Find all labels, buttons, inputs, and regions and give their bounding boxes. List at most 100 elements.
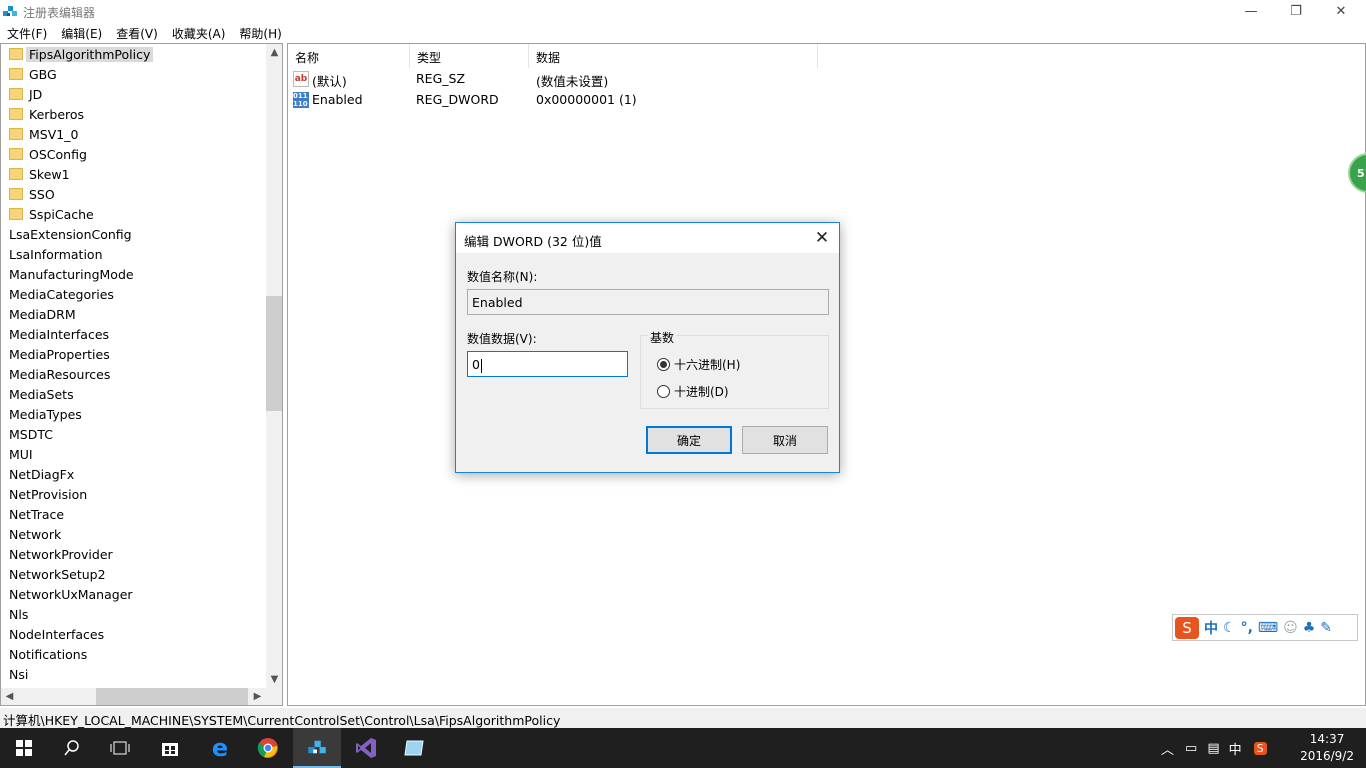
tree-item-key[interactable]: NetworkProvider bbox=[1, 544, 266, 564]
column-header-name[interactable]: 名称 bbox=[288, 44, 410, 68]
tray-ime-indicator[interactable]: 中 bbox=[1229, 739, 1242, 758]
message-icon[interactable]: ▤ bbox=[1207, 741, 1219, 756]
tree-item-key[interactable]: MediaInterfaces bbox=[1, 324, 266, 344]
radio-dot[interactable] bbox=[657, 385, 670, 398]
tree-item-label: MUI bbox=[9, 446, 33, 462]
menu-view[interactable]: 查看(V) bbox=[109, 22, 165, 42]
tree-item-label: MediaSets bbox=[9, 386, 74, 402]
scroll-thumb[interactable] bbox=[96, 688, 248, 705]
folder-icon bbox=[9, 128, 23, 140]
tree-item-folder[interactable]: SspiCache bbox=[1, 204, 266, 224]
search-icon[interactable] bbox=[48, 728, 96, 768]
tree-item-key[interactable]: Notifications bbox=[1, 644, 266, 664]
value-data: (数值未设置) bbox=[536, 74, 609, 89]
column-header-type[interactable]: 类型 bbox=[410, 44, 529, 68]
tree-item-folder[interactable]: JD bbox=[1, 84, 266, 104]
wrench-icon[interactable]: ✎ bbox=[1320, 620, 1332, 636]
ime-toolbar: S 中 ☾ °, ⌨ ☺ ♣ ✎ bbox=[1172, 614, 1358, 641]
visual-studio-icon[interactable] bbox=[342, 728, 390, 768]
ime-mode-toggle[interactable]: 中 bbox=[1204, 618, 1218, 638]
tree-item-key[interactable]: MUI bbox=[1, 444, 266, 464]
restore-button[interactable]: ❐ bbox=[1273, 0, 1319, 22]
value-row-default[interactable]: ab (默认) REG_SZ (数值未设置) bbox=[288, 69, 888, 89]
tree-item-key[interactable]: Network bbox=[1, 524, 266, 544]
value-data-input[interactable]: 0 bbox=[467, 351, 628, 377]
shirt-icon[interactable]: ♣ bbox=[1303, 620, 1316, 636]
tree-item-label: MediaResources bbox=[9, 366, 111, 382]
menu-edit[interactable]: 编辑(E) bbox=[54, 22, 109, 42]
windows-start-icon[interactable] bbox=[0, 728, 48, 768]
tree-item-label: SspiCache bbox=[29, 206, 94, 222]
sogou-tray-icon[interactable]: S bbox=[1253, 741, 1267, 755]
radio-hex-label: 十六进制(H) bbox=[674, 358, 741, 372]
close-icon: ✕ bbox=[814, 228, 830, 248]
tree-item-label: NetDiagFx bbox=[9, 466, 75, 482]
tree-item-key[interactable]: LsaExtensionConfig bbox=[1, 224, 266, 244]
tree-item-key[interactable]: MediaResources bbox=[1, 364, 266, 384]
system-clock[interactable]: 14:37 2016/9/2 bbox=[1300, 731, 1354, 765]
tree-item-key[interactable]: NetworkSetup2 bbox=[1, 564, 266, 584]
chevron-right-icon[interactable]: ▶ bbox=[249, 688, 266, 705]
tree-item-label: GBG bbox=[29, 66, 57, 82]
scroll-thumb[interactable] bbox=[266, 296, 282, 411]
value-name: Enabled bbox=[312, 92, 363, 107]
tree-item-key[interactable]: MediaCategories bbox=[1, 284, 266, 304]
tree-item-label: LsaInformation bbox=[9, 246, 103, 262]
minimize-button[interactable]: — bbox=[1228, 0, 1274, 22]
chevron-up-icon[interactable]: ︿ bbox=[1161, 739, 1174, 758]
menu-file[interactable]: 文件(F) bbox=[0, 22, 54, 42]
menu-help[interactable]: 帮助(H) bbox=[232, 22, 288, 42]
tree-item-key[interactable]: LsaInformation bbox=[1, 244, 266, 264]
tree-item-key[interactable]: Nls bbox=[1, 604, 266, 624]
tree-item-folder[interactable]: MSV1_0 bbox=[1, 124, 266, 144]
power-icon[interactable]: ▭ bbox=[1185, 741, 1197, 756]
edge-icon[interactable]: e bbox=[196, 728, 244, 768]
cancel-button[interactable]: 取消 bbox=[742, 426, 828, 454]
tree-horizontal-scrollbar[interactable]: ◀ ▶ bbox=[1, 688, 266, 705]
close-button[interactable]: ✕ bbox=[1318, 0, 1364, 22]
tree-item-folder[interactable]: Kerberos bbox=[1, 104, 266, 124]
tree-item-folder[interactable]: OSConfig bbox=[1, 144, 266, 164]
tree-item-folder[interactable]: SSO bbox=[1, 184, 266, 204]
tree-item-key[interactable]: MediaTypes bbox=[1, 404, 266, 424]
ok-button[interactable]: 确定 bbox=[646, 426, 732, 454]
tree-item-key[interactable]: MediaProperties bbox=[1, 344, 266, 364]
tree-vertical-scrollbar[interactable]: ▲ ▼ bbox=[266, 44, 282, 688]
tree-item-key[interactable]: NetworkUxManager bbox=[1, 584, 266, 604]
store-icon[interactable] bbox=[146, 728, 194, 768]
sticky-app-icon[interactable] bbox=[390, 728, 438, 768]
tree-item-key[interactable]: NetProvision bbox=[1, 484, 266, 504]
sogou-logo-icon[interactable]: S bbox=[1175, 616, 1199, 639]
radio-hexadecimal[interactable]: 十六进制(H) bbox=[657, 356, 740, 373]
tree-item-key[interactable]: MSDTC bbox=[1, 424, 266, 444]
task-view-icon[interactable] bbox=[96, 728, 144, 768]
tree-item-folder[interactable]: FipsAlgorithmPolicy bbox=[1, 44, 266, 64]
keyboard-icon[interactable]: ⌨ bbox=[1258, 620, 1278, 636]
tree-item-folder[interactable]: Skew1 bbox=[1, 164, 266, 184]
tree-item-key[interactable]: Nsi bbox=[1, 664, 266, 684]
tree-item-key[interactable]: NetTrace bbox=[1, 504, 266, 524]
tree-item-key[interactable]: MediaSets bbox=[1, 384, 266, 404]
radio-dot-selected[interactable] bbox=[657, 358, 670, 371]
moon-icon[interactable]: ☾ bbox=[1223, 620, 1236, 636]
radio-decimal[interactable]: 十进制(D) bbox=[657, 383, 729, 400]
chevron-down-icon[interactable]: ▼ bbox=[266, 671, 282, 688]
tree-item-key[interactable]: MediaDRM bbox=[1, 304, 266, 324]
tree-item-key[interactable]: ManufacturingMode bbox=[1, 264, 266, 284]
text-caret bbox=[480, 358, 482, 373]
dword-value-icon: 011 110 bbox=[293, 92, 309, 108]
punctuation-icon[interactable]: °, bbox=[1241, 620, 1253, 636]
user-icon[interactable]: ☺ bbox=[1283, 620, 1298, 636]
menu-favorites[interactable]: 收藏夹(A) bbox=[165, 22, 233, 42]
chevron-left-icon[interactable]: ◀ bbox=[1, 688, 18, 705]
tree-item-key[interactable]: NodeInterfaces bbox=[1, 624, 266, 644]
window-title: 注册表编辑器 bbox=[23, 6, 96, 20]
registry-editor-icon[interactable] bbox=[293, 728, 341, 768]
column-header-data[interactable]: 数据 bbox=[529, 44, 818, 68]
chevron-up-icon[interactable]: ▲ bbox=[266, 44, 282, 61]
chrome-icon[interactable] bbox=[244, 728, 292, 768]
tree-item-folder[interactable]: GBG bbox=[1, 64, 266, 84]
value-row-enabled[interactable]: 011 110 Enabled REG_DWORD 0x00000001 (1) bbox=[288, 90, 888, 110]
tree-item-key[interactable]: NetDiagFx bbox=[1, 464, 266, 484]
dialog-close-button[interactable]: ✕ bbox=[811, 227, 833, 249]
